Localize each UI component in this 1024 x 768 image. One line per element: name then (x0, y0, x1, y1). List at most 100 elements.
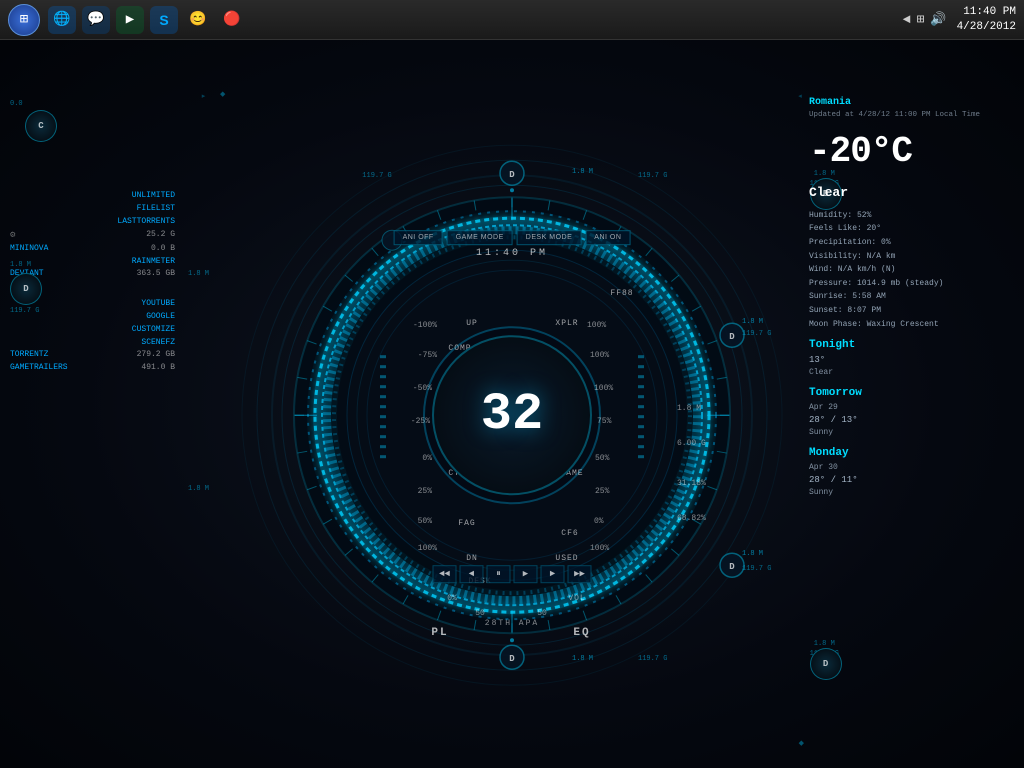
track-number: 32 (481, 389, 543, 441)
ani-on-button[interactable]: ANI ON (585, 230, 630, 245)
sidebar-link-scenefz[interactable]: SCENEFZ (10, 337, 175, 350)
svg-text:USED: USED (555, 554, 578, 563)
main-area: 0.0 C UNLIMITED FILELIST LASTTORRENTS ⚙ … (0, 40, 1024, 768)
desk-mode-button[interactable]: DESK MODE (517, 230, 582, 245)
svg-text:0%: 0% (594, 517, 604, 526)
svg-text:-50%: -50% (413, 384, 432, 393)
link-filelist[interactable]: FILELIST (137, 204, 175, 213)
volume-icon[interactable]: 🔊 (930, 12, 946, 27)
svg-text:1.8 M: 1.8 M (742, 318, 763, 326)
taskbar-icon-skype[interactable]: S (150, 6, 178, 34)
sidebar-item-lasttorrents: LASTTORRENTS (10, 216, 175, 229)
svg-text:119.7 G: 119.7 G (638, 655, 667, 663)
deviant-val: 363.5 GB (137, 268, 175, 281)
svg-text:68.82%: 68.82% (677, 514, 706, 523)
sidebar-row-torrentz: TORRENTZ 279.2 GB (10, 349, 175, 362)
sidebar-link-customize[interactable]: CUSTOMIZE (10, 324, 175, 337)
svg-text:1.8 M: 1.8 M (742, 550, 763, 558)
taskbar-icon-browser[interactable]: 🌐 (48, 6, 76, 34)
tomorrow-condition: Sunny (809, 427, 1009, 439)
visibility: Visibility: N/A km (809, 250, 1009, 264)
taskbar-icon-chat[interactable]: 💬 (82, 6, 110, 34)
sunset: Sunset: 8:07 PM (809, 304, 1009, 318)
svg-text:31.18%: 31.18% (677, 479, 706, 488)
mininova-val: 0.0 B (151, 243, 175, 256)
link-unlimited[interactable]: UNLIMITED (132, 191, 175, 200)
weather-updated: Updated at 4/28/12 11:00 PM Local Time (809, 110, 1009, 121)
link-torrentz[interactable]: TORRENTZ (10, 349, 48, 362)
svg-text:-25%: -25% (411, 417, 430, 426)
taskbar-icon-emoji[interactable]: 😊 (184, 6, 212, 34)
svg-text:1.8 M: 1.8 M (572, 168, 593, 176)
svg-text:50%: 50% (418, 517, 433, 526)
window-icon[interactable]: ⊞ (917, 12, 925, 27)
svg-text:6.00 G: 6.00 G (677, 439, 706, 448)
svg-text:25%: 25% (418, 487, 433, 496)
feels-like: Feels Like: 20° (809, 222, 1009, 236)
svg-text:100%: 100% (594, 384, 613, 393)
taskbar-icon-app[interactable]: 🔴 (218, 6, 246, 34)
sidebar-item-unlimited: UNLIMITED (10, 190, 175, 203)
outer-left-val-2: 1.8 M (188, 485, 209, 493)
svg-text:0%: 0% (422, 454, 432, 463)
right-bottom-disc: D (810, 648, 842, 680)
disk-d-indicator: D (10, 273, 42, 305)
svg-text:75%: 75% (597, 417, 612, 426)
tonight-label: Tonight (809, 337, 1009, 354)
top-left-deco: ◆ (220, 90, 225, 99)
back-icon[interactable]: ◄ (903, 12, 911, 27)
tomorrow-date: Apr 29 (809, 402, 1009, 414)
prev-prev-button[interactable]: ◄◄ (433, 565, 457, 583)
svg-text:CF6: CF6 (561, 529, 578, 538)
wind: Wind: N/A km/h (N) (809, 263, 1009, 277)
system-clock: 11:40 PM 4/28/2012 (957, 5, 1016, 34)
indicator-1-8m: 1.8 M (10, 261, 42, 269)
svg-text:100%: 100% (418, 544, 437, 553)
link-gametrailers[interactable]: GAMETRAILERS (10, 362, 68, 375)
next-next-button[interactable]: ▶▶ (568, 565, 592, 583)
system-tray: ◄ ⊞ 🔊 (903, 12, 947, 27)
moon-phase: Moon Phase: Waxing Crescent (809, 318, 1009, 332)
link-rainmeter[interactable]: RAINMETER (132, 257, 175, 266)
track-display: 32 (432, 335, 592, 495)
gametrailers-val: 491.0 B (141, 362, 175, 375)
ani-off-button[interactable]: ANI OFF (394, 230, 443, 245)
svg-text:DN: DN (466, 554, 478, 563)
sunrise: Sunrise: 5:58 AM (809, 290, 1009, 304)
svg-text:119.7 G: 119.7 G (742, 330, 771, 338)
svg-text:100%: 100% (590, 351, 609, 360)
link-lasttorrents[interactable]: LASTTORRENTS (117, 217, 175, 226)
bottom-right-deco: ◆ (799, 739, 804, 748)
tomorrow-label: Tomorrow (809, 385, 1009, 402)
taskbar-right: ◄ ⊞ 🔊 11:40 PM 4/28/2012 (903, 5, 1016, 34)
mode-buttons: ANI OFF GAME MODE DESK MODE ANI ON (394, 230, 631, 245)
sidebar-row-gametrailers: GAMETRAILERS 491.0 B (10, 362, 175, 375)
monday-temp: 28° / 11° (809, 474, 1009, 488)
next-button[interactable]: ► (541, 565, 565, 583)
taskbar: ⊞ 🌐 💬 ▶ S 😊 🔴 ◄ ⊞ 🔊 11:40 PM 4/28/2012 (0, 0, 1024, 40)
sidebar-val-00: 0.0 (10, 100, 23, 108)
svg-text:-75%: -75% (418, 351, 437, 360)
deco-left: ▸ (202, 92, 206, 101)
play-button[interactable]: ▶ (514, 565, 538, 583)
svg-text:FAG: FAG (458, 519, 475, 528)
game-mode-button[interactable]: GAME MODE (447, 230, 513, 245)
taskbar-icon-media[interactable]: ▶ (116, 6, 144, 34)
svg-text:28TH APA: 28TH APA (485, 619, 539, 628)
start-button[interactable]: ⊞ (8, 4, 40, 36)
tomorrow-temp: 28° / 13° (809, 414, 1009, 428)
svg-text:VOL: VOL (568, 594, 585, 603)
pause-button[interactable]: ⏸ (487, 565, 511, 583)
right-bot-1-8m: 1.8 M (810, 640, 839, 648)
sidebar-row-storage: ⚙ 25.2 G (10, 228, 175, 242)
monday-date: Apr 30 (809, 462, 1009, 474)
link-mininova[interactable]: MININOVA (10, 243, 48, 256)
weather-details: Humidity: 52% Feels Like: 20° Precipitat… (809, 209, 1009, 331)
svg-text:-100%: -100% (413, 321, 437, 330)
deco-right: ◂ (798, 92, 802, 101)
svg-text:1.8 M: 1.8 M (677, 404, 701, 413)
weather-location: Romania (809, 95, 1009, 110)
prev-button[interactable]: ◄ (460, 565, 484, 583)
svg-text:119.7 G: 119.7 G (362, 172, 391, 180)
svg-text:FF88: FF88 (610, 289, 633, 298)
